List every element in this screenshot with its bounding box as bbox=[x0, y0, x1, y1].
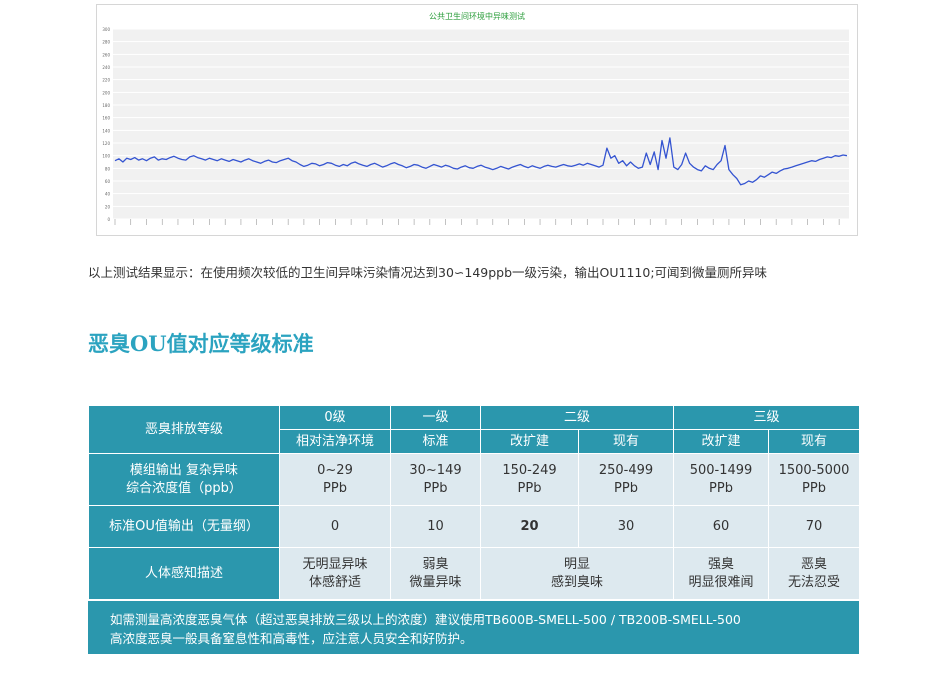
conc-value: 0~29 bbox=[317, 462, 353, 478]
perception-cell: 明显 感到臭味 bbox=[479, 547, 675, 600]
ou-value: 10 bbox=[390, 505, 481, 548]
grade-0: 0级 bbox=[279, 405, 391, 430]
sub-header-expansion-3: 改扩建 bbox=[673, 429, 770, 454]
conc-value: 30~149 bbox=[409, 462, 462, 478]
y-tick-label: 120 bbox=[102, 141, 110, 146]
odor-grade-table: 恶臭排放等级 0级 一级 二级 三级 相对洁净环境 标准 改扩建 现有 改扩建 … bbox=[88, 405, 861, 600]
perception-cell: 恶臭 无法忍受 bbox=[768, 547, 861, 600]
y-tick-label: 200 bbox=[102, 90, 110, 95]
perception-line2: 无法忍受 bbox=[788, 574, 841, 590]
perception-line2: 明显很难闻 bbox=[688, 574, 754, 590]
perception-cell: 强臭 明显很难闻 bbox=[673, 547, 770, 600]
test-result-description: 以上测试结果显示：在使用频次较低的卫生间异味污染情况达到30∽149ppb一级污… bbox=[88, 265, 768, 280]
ou-value: 30 bbox=[577, 505, 675, 548]
sub-header-standard: 标准 bbox=[390, 429, 481, 454]
ou-value: 60 bbox=[673, 505, 770, 548]
perception-cell: 无明显异味 体感舒适 bbox=[279, 547, 391, 600]
note-line1: 如需测量高浓度恶臭气体（超过恶臭排放三级以上的浓度）建议使用TB600B-SME… bbox=[110, 612, 741, 627]
conc-unit: PPb bbox=[802, 480, 826, 496]
conc-unit: PPb bbox=[614, 480, 638, 496]
perception-line1: 明显 bbox=[564, 556, 591, 572]
y-tick-label: 180 bbox=[102, 103, 110, 108]
chart-title: 公共卫生间环境中异味测试 bbox=[429, 11, 525, 21]
y-tick-label: 20 bbox=[105, 204, 111, 209]
conc-value: 150-249 bbox=[502, 462, 557, 478]
conc-cell: 1500-5000 PPb bbox=[768, 453, 861, 506]
ou-value: 70 bbox=[768, 505, 861, 548]
y-tick-label: 260 bbox=[102, 52, 110, 57]
conc-value: 250-499 bbox=[598, 462, 654, 478]
y-tick-label: 140 bbox=[102, 128, 110, 133]
perception-line1: 恶臭 bbox=[801, 556, 828, 572]
high-concentration-note: 如需测量高浓度恶臭气体（超过恶臭排放三级以上的浓度）建议使用TB600B-SME… bbox=[88, 601, 859, 654]
conc-cell: 150-249 PPb bbox=[480, 453, 579, 506]
y-tick-label: 300 bbox=[102, 27, 110, 32]
conc-cell: 250-499 PPb bbox=[577, 453, 675, 506]
y-tick-label: 240 bbox=[102, 65, 110, 70]
y-tick-label: 80 bbox=[105, 166, 111, 171]
section-title: 恶臭OU值对应等级标准 bbox=[88, 331, 314, 356]
plot-area bbox=[113, 29, 849, 219]
perception-line2: 体感舒适 bbox=[308, 574, 361, 590]
conc-cell: 30~149 PPb bbox=[390, 453, 481, 506]
note-line2: 高浓度恶臭一般具备窒息性和高毒性，应注意人员安全和好防护。 bbox=[110, 631, 473, 646]
perception-line1: 无明显异味 bbox=[302, 556, 368, 572]
conc-unit: PPb bbox=[517, 480, 542, 496]
conc-cell: 500-1499 PPb bbox=[673, 453, 770, 506]
row-label-perception: 人体感知描述 bbox=[88, 547, 280, 600]
grade-3: 三级 bbox=[673, 405, 861, 430]
sub-header-existing-2: 现有 bbox=[577, 429, 675, 454]
y-tick-label: 60 bbox=[105, 179, 111, 184]
row-label-ou: 标准OU值输出（无量纲） bbox=[88, 505, 280, 548]
perception-cell: 弱臭 微量异味 bbox=[390, 547, 481, 600]
ou-value: 20 bbox=[480, 505, 579, 548]
grade-2: 二级 bbox=[479, 405, 675, 430]
conc-unit: PPb bbox=[423, 480, 448, 496]
conc-value: 500-1499 bbox=[689, 462, 753, 478]
y-tick-label: 220 bbox=[102, 78, 110, 83]
perception-line2: 微量异味 bbox=[409, 574, 462, 590]
conc-unit: PPb bbox=[323, 480, 347, 496]
grade-1: 一级 bbox=[390, 405, 481, 430]
sub-header-existing-3: 现有 bbox=[768, 429, 861, 454]
sub-header-expansion-2: 改扩建 bbox=[480, 429, 579, 454]
odor-test-chart: 公共卫生间环境中异味测试 0 20 40 60 80 100 120 140 160 180 200 2… bbox=[96, 4, 858, 236]
conc-value: 1500-5000 bbox=[778, 462, 850, 478]
conc-cell: 0~29 PPb bbox=[279, 453, 391, 506]
row-label-concentration-line1: 模组输出 复杂异味 bbox=[129, 462, 239, 478]
row-label-concentration: 模组输出 复杂异味 综合浓度值（ppb） bbox=[88, 453, 280, 506]
y-tick-label: 100 bbox=[102, 154, 110, 159]
y-tick-label: 160 bbox=[102, 116, 110, 121]
y-tick-label: 0 bbox=[107, 217, 110, 222]
row-label-grade: 恶臭排放等级 bbox=[88, 405, 280, 454]
perception-line1: 强臭 bbox=[708, 556, 735, 572]
perception-line2: 感到臭味 bbox=[551, 574, 604, 590]
row-label-concentration-line2: 综合浓度值（ppb） bbox=[126, 480, 242, 496]
y-tick-label: 280 bbox=[102, 40, 110, 45]
sub-header-clean: 相对洁净环境 bbox=[279, 429, 391, 454]
perception-line1: 弱臭 bbox=[422, 556, 449, 572]
y-tick-label: 40 bbox=[105, 192, 111, 197]
conc-unit: PPb bbox=[709, 480, 733, 496]
ou-value: 0 bbox=[279, 505, 391, 548]
line-chart: 公共卫生间环境中异味测试 0 20 40 60 80 100 120 140 160 180 200 2… bbox=[102, 11, 849, 225]
